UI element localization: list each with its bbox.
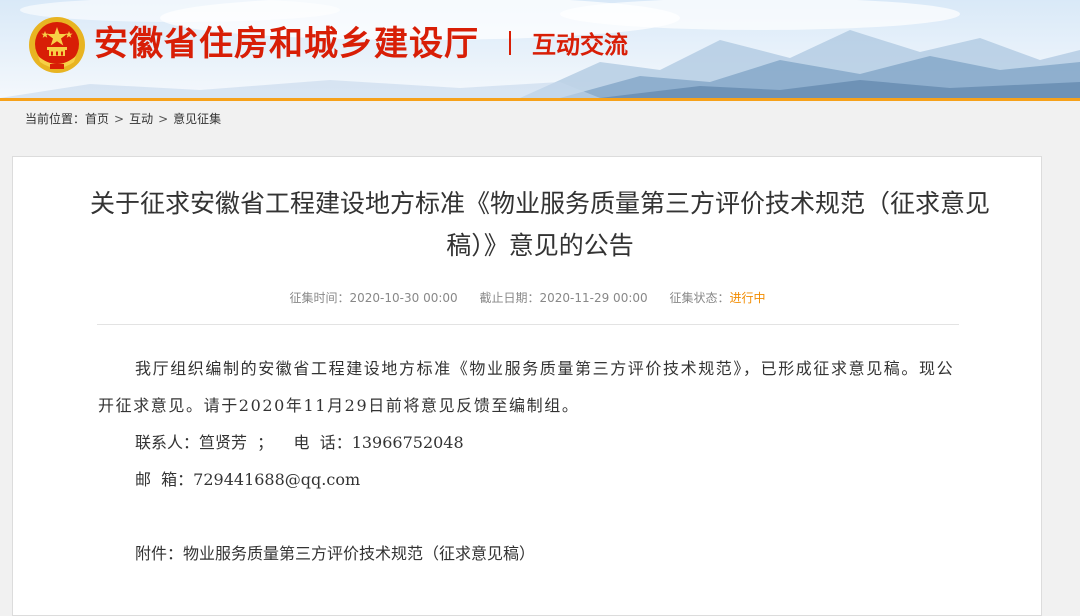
breadcrumb: 当前位置：首页 > 互动 > 意见征集 [25, 110, 221, 128]
status-badge: 进行中 [729, 291, 766, 305]
header-accent-bar [0, 98, 1080, 101]
site-title[interactable]: 安徽省住房和城乡建设厅 [94, 22, 479, 66]
breadcrumb-link-opinion-collection[interactable]: 意见征集 [173, 112, 221, 126]
attachment-link[interactable]: 附件：物业服务质量第三方评价技术规范（征求意见稿） [98, 535, 960, 572]
deadline-label: 截止日期： [479, 291, 540, 305]
article-body: 我厅组织编制的安徽省工程建设地方标准《物业服务质量第三方评价技术规范》，已形成征… [98, 350, 960, 572]
national-emblem-icon [28, 16, 86, 74]
intro-paragraph: 我厅组织编制的安徽省工程建设地方标准《物业服务质量第三方评价技术规范》，已形成征… [98, 359, 955, 415]
deadline: 截止日期：2020-11-29 00:00 [479, 290, 647, 306]
article-meta: 征集时间：2020-10-30 00:00 截止日期：2020-11-29 00… [0, 290, 1055, 306]
deadline-value: 2020-11-29 00:00 [539, 291, 648, 305]
breadcrumb-separator: > [158, 112, 169, 126]
status-label: 征集状态： [669, 291, 730, 305]
article-title: 关于征求安徽省工程建设地方标准《物业服务质量第三方评价技术规范（征求意见稿）》意… [90, 189, 991, 260]
breadcrumb-link-home[interactable]: 首页 [85, 112, 109, 126]
meta-divider [97, 324, 959, 325]
site-banner: 安徽省住房和城乡建设厅 互动交流 [0, 0, 1080, 98]
email-line[interactable]: 邮 箱：729441688@qq.com [98, 461, 960, 498]
collection-status: 征集状态：进行中 [669, 290, 765, 306]
breadcrumb-separator: > [114, 112, 125, 126]
breadcrumb-label: 当前位置： [25, 112, 86, 126]
contact-line: 联系人：笪贤芳 ； 电 话：13966752048 [135, 433, 464, 452]
start-time-label: 征集时间： [289, 291, 350, 305]
start-time-value: 2020-10-30 00:00 [349, 291, 458, 305]
collection-period: 征集时间：2020-10-30 00:00 [290, 290, 458, 306]
title-divider [509, 31, 511, 55]
section-title[interactable]: 互动交流 [532, 27, 628, 63]
breadcrumb-link-interaction[interactable]: 互动 [129, 112, 153, 126]
